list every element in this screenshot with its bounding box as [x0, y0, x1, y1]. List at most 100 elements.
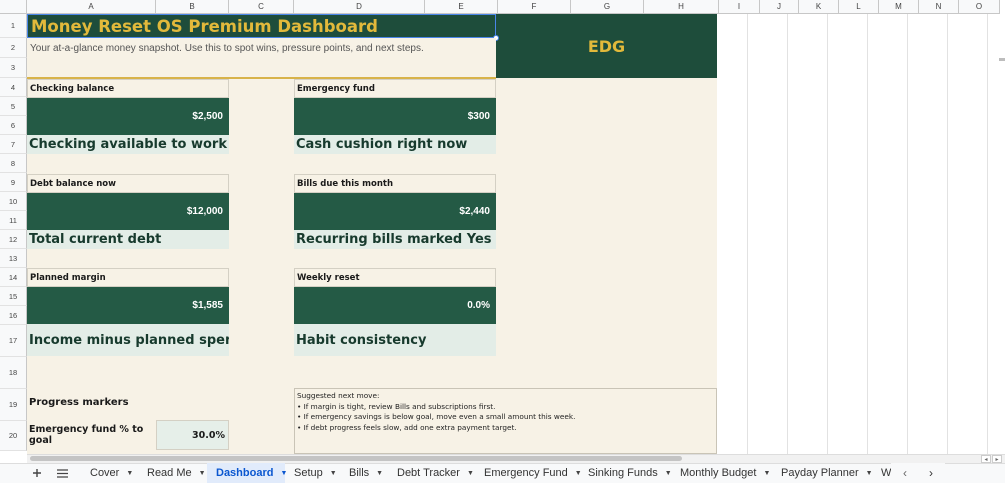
- row-header[interactable]: 18: [0, 357, 27, 389]
- row-header[interactable]: 5: [0, 97, 27, 116]
- column-header[interactable]: M: [879, 0, 919, 14]
- sheet-tab[interactable]: Monthly Budget ▼: [671, 463, 772, 483]
- card-weekly-label[interactable]: Weekly reset: [294, 268, 496, 287]
- scroll-right-arrow-icon[interactable]: ▸: [992, 455, 1002, 463]
- card-weekly-value[interactable]: 0.0%: [294, 287, 496, 324]
- row-header[interactable]: 19: [0, 389, 27, 421]
- column-header[interactable]: F: [498, 0, 571, 14]
- row-header[interactable]: 10: [0, 192, 27, 211]
- column-header[interactable]: E: [425, 0, 498, 14]
- row-header[interactable]: 3: [0, 58, 27, 78]
- sheet-tab[interactable]: Debt Tracker ▼: [388, 463, 475, 483]
- sheet-tab[interactable]: Cover ▼: [81, 463, 138, 483]
- row-header[interactable]: 6: [0, 116, 27, 135]
- column-header[interactable]: G: [571, 0, 644, 14]
- plus-icon[interactable]: [28, 463, 46, 483]
- card-margin-value[interactable]: $1,585: [27, 287, 229, 324]
- card-checking-label[interactable]: Checking balance: [27, 79, 229, 98]
- select-all-corner[interactable]: [0, 0, 27, 14]
- spreadsheet: ABCDEFGHIJKLMNO 1 2 3 4 5 6 7 8 9 10 11 12 13 14 15 16 1…: [0, 0, 1005, 483]
- row-header[interactable]: 12: [0, 230, 27, 249]
- card-bills-caption[interactable]: Recurring bills marked Yes: [294, 230, 496, 249]
- card-margin-caption[interactable]: Income minus planned spend: [27, 324, 229, 356]
- card-bills-label[interactable]: Bills due this month: [294, 174, 496, 193]
- column-header[interactable]: A: [27, 0, 156, 14]
- column-header[interactable]: D: [294, 0, 425, 14]
- spacer-row: [27, 58, 496, 78]
- column-header[interactable]: I: [719, 0, 760, 14]
- caret-down-icon[interactable]: ▼: [330, 470, 337, 477]
- row-header[interactable]: 1: [0, 14, 27, 38]
- suggestion-box[interactable]: Suggested next move: • If margin is tigh…: [294, 388, 717, 454]
- caret-down-icon[interactable]: ▼: [126, 470, 133, 477]
- brand-panel-lower: [496, 58, 717, 78]
- card-checking-caption[interactable]: Checking available to work with: [27, 135, 229, 154]
- column-header[interactable]: N: [919, 0, 959, 14]
- card-checking-value[interactable]: $2,500: [27, 98, 229, 135]
- sheet-tab-label: Emergency Fund: [484, 467, 568, 479]
- dashboard-title[interactable]: Money Reset OS Premium Dashboard: [27, 14, 496, 38]
- suggestion-heading: Suggested next move:: [297, 391, 380, 400]
- row-header[interactable]: 11: [0, 211, 27, 230]
- sheet-tab-label: W: [881, 467, 892, 479]
- row-header[interactable]: 15: [0, 287, 27, 306]
- sheet-tab[interactable]: Setup ▼: [285, 463, 340, 483]
- row-header[interactable]: 2: [0, 38, 27, 58]
- progress-markers-heading[interactable]: Progress markers: [29, 397, 129, 408]
- sheet-tab-label: Dashboard: [216, 467, 274, 479]
- sheet-tab-label: Payday Planner: [781, 467, 859, 479]
- row-header[interactable]: 7: [0, 135, 27, 154]
- card-emergency-value[interactable]: $300: [294, 98, 496, 135]
- card-emergency-label[interactable]: Emergency fund: [294, 79, 496, 98]
- caret-down-icon[interactable]: ▼: [199, 470, 206, 477]
- row-header[interactable]: 20: [0, 421, 27, 451]
- card-debt-label[interactable]: Debt balance now: [27, 174, 229, 193]
- sheet-tab-label: Cover: [90, 467, 120, 479]
- row-header[interactable]: 9: [0, 173, 27, 192]
- sheet-tab-label: Debt Tracker: [397, 467, 460, 479]
- suggestion-line: • If emergency savings is below goal, mo…: [297, 412, 576, 421]
- brand-mark: EDG: [587, 36, 626, 56]
- suggestion-line: • If debt progress feels slow, add one e…: [297, 422, 517, 432]
- column-header[interactable]: C: [229, 0, 294, 14]
- row-header[interactable]: 14: [0, 268, 27, 287]
- column-header[interactable]: L: [839, 0, 879, 14]
- sheet-tab[interactable]: Dashboard ▼: [207, 463, 287, 483]
- card-debt-value[interactable]: $12,000: [27, 193, 229, 230]
- card-emergency-caption[interactable]: Cash cushion right now: [294, 135, 496, 154]
- column-header[interactable]: B: [156, 0, 229, 14]
- column-header[interactable]: K: [799, 0, 839, 14]
- row-header[interactable]: 17: [0, 325, 27, 357]
- caret-down-icon[interactable]: ▼: [763, 470, 770, 477]
- chevron-left-icon[interactable]: ‹: [891, 463, 919, 483]
- sheet-tab[interactable]: Emergency Fund ▼: [475, 463, 582, 483]
- row-header[interactable]: 13: [0, 249, 27, 268]
- sheet-tab[interactable]: Bills ▼: [340, 463, 388, 483]
- card-debt-caption[interactable]: Total current debt: [27, 230, 229, 249]
- dashboard-subtitle[interactable]: Your at-a-glance money snapshot. Use thi…: [27, 38, 496, 58]
- card-margin-label[interactable]: Planned margin: [27, 268, 229, 287]
- vertical-scrollbar-thumb[interactable]: [999, 58, 1005, 61]
- row-header[interactable]: 4: [0, 78, 27, 97]
- menu-icon[interactable]: [53, 463, 71, 483]
- row-header[interactable]: 8: [0, 154, 27, 173]
- caret-down-icon[interactable]: ▼: [467, 470, 474, 477]
- column-header[interactable]: J: [760, 0, 799, 14]
- card-weekly-caption[interactable]: Habit consistency: [294, 324, 496, 356]
- progress-row-label[interactable]: Emergency fund % to goal: [27, 420, 156, 450]
- column-header[interactable]: H: [644, 0, 719, 14]
- progress-row-value[interactable]: 30.0%: [156, 420, 229, 450]
- horizontal-scrollbar-thumb[interactable]: [30, 456, 682, 461]
- row-header[interactable]: 16: [0, 306, 27, 325]
- sheet-tab[interactable]: Payday Planner ▼: [772, 463, 873, 483]
- sheet-tab-label: Monthly Budget: [680, 467, 757, 479]
- sheet-tab[interactable]: Read Me ▼: [138, 463, 207, 483]
- scroll-left-arrow-icon[interactable]: ◂: [981, 455, 991, 463]
- suggestion-line: • If margin is tight, review Bills and s…: [297, 401, 496, 411]
- sheet-tab-label: Read Me: [147, 467, 192, 479]
- caret-down-icon[interactable]: ▼: [376, 470, 383, 477]
- card-bills-value[interactable]: $2,440: [294, 193, 496, 230]
- sheet-tab[interactable]: Sinking Funds ▼: [579, 463, 672, 483]
- column-header[interactable]: O: [959, 0, 1000, 14]
- chevron-right-icon[interactable]: ›: [917, 463, 945, 483]
